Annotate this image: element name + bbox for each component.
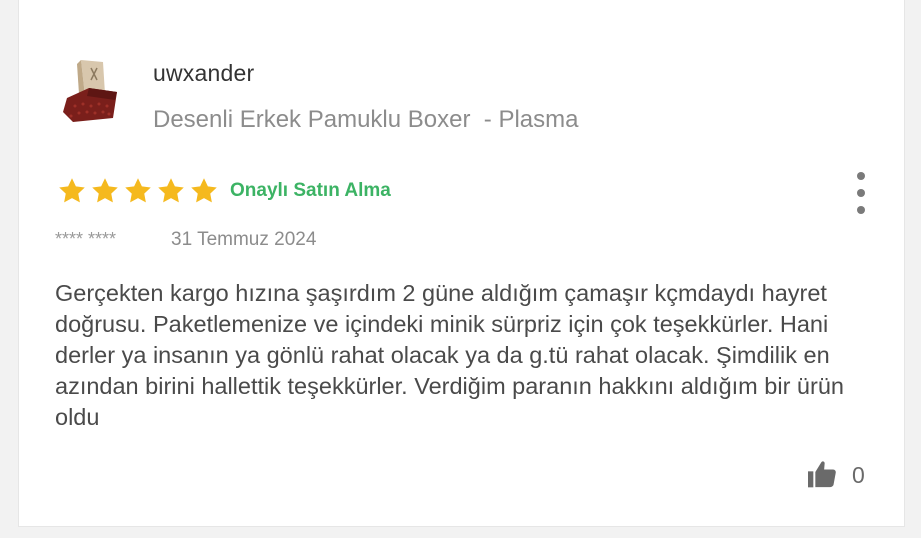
star-icon [158, 178, 184, 203]
star-icon [125, 178, 151, 203]
star-icon [191, 178, 217, 203]
product-thumbnail[interactable] [61, 58, 121, 124]
thumbs-up-icon[interactable] [805, 458, 839, 490]
more-vertical-icon-dot [857, 206, 865, 214]
like-count: 0 [852, 462, 865, 488]
more-vertical-icon-dot [857, 189, 865, 197]
more-options-button[interactable] [851, 172, 871, 214]
reviewer-username: uwxander [153, 60, 255, 86]
review-card: uwxander Desenli Erkek Pamuklu Boxer - P… [18, 0, 905, 527]
reviewer-masked-name: **** **** [55, 229, 117, 249]
review-comment: Gerçekten kargo hızına şaşırdım 2 güne a… [55, 280, 844, 430]
more-vertical-icon [857, 172, 865, 180]
star-icon [59, 178, 85, 203]
product-name[interactable]: Desenli Erkek Pamuklu Boxer - Plasma [153, 106, 578, 134]
star-rating [57, 176, 219, 206]
star-icon [92, 178, 118, 203]
product-image [63, 60, 117, 122]
review-date: 31 Temmuz 2024 [171, 229, 317, 250]
verified-purchase-label: Onaylı Satın Alma [230, 180, 391, 201]
